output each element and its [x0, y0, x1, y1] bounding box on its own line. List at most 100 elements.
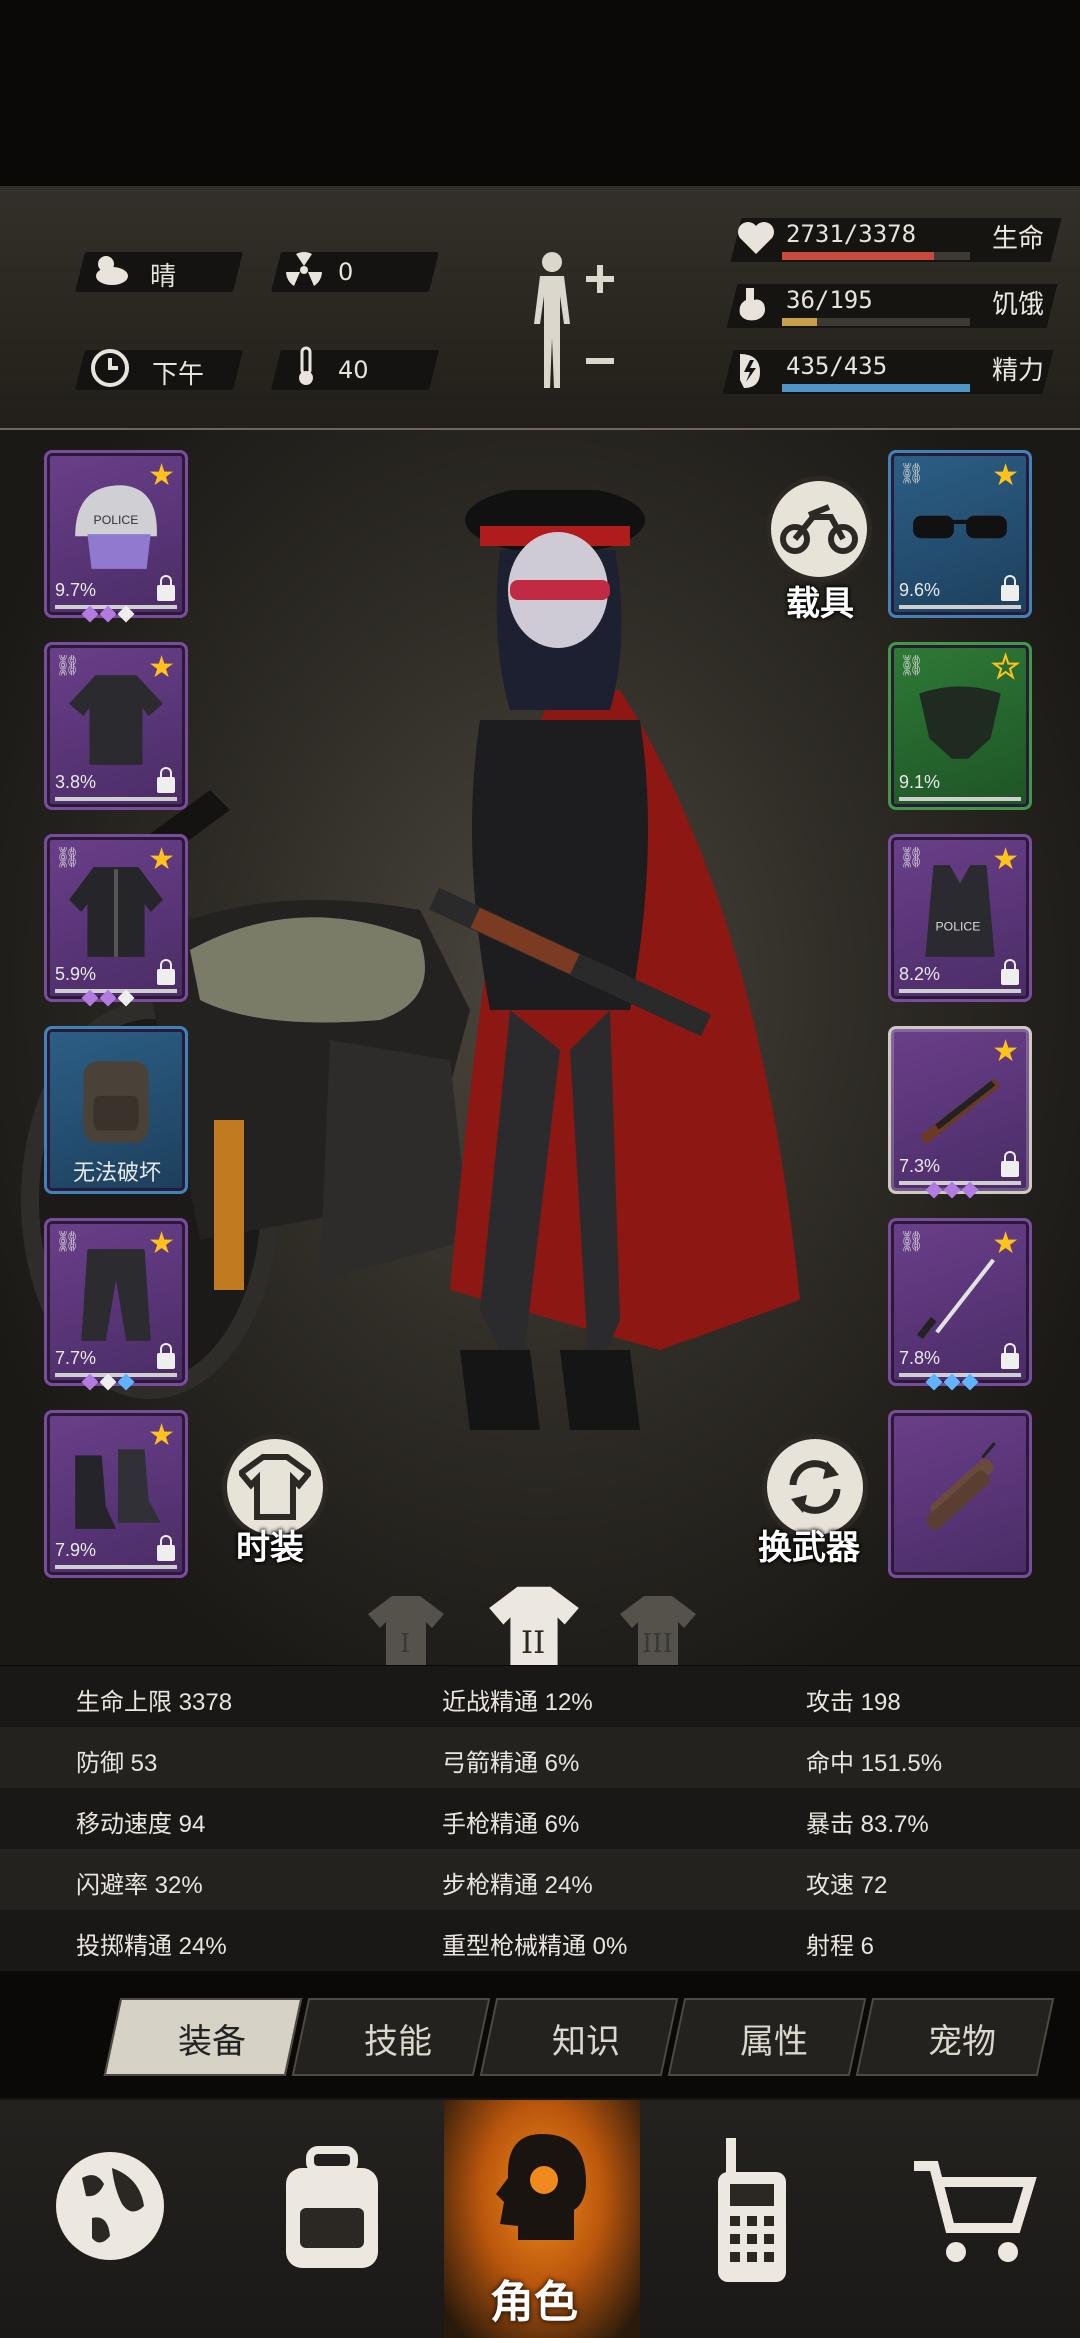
- tshirt-icon: III: [620, 1596, 696, 1665]
- mask-icon: [919, 686, 1001, 759]
- durability-bar: [899, 605, 1021, 609]
- nav-shop[interactable]: [860, 2100, 1080, 2338]
- stat-rifle: 步枪精通 24%: [442, 1872, 593, 1899]
- slot-rifle[interactable]: ★ 7.3%: [888, 1026, 1032, 1194]
- energy-icon: [740, 354, 760, 388]
- thermometer-icon: [299, 346, 313, 385]
- stat-accuracy: 命中 151.5%: [806, 1750, 943, 1777]
- slot-vest[interactable]: ⛓ ★ POLICE 8.2%: [888, 834, 1032, 1002]
- nav-character[interactable]: 角色: [444, 2100, 642, 2338]
- outfit-numeral: III: [642, 1629, 673, 1659]
- bottom-nav: 角色: [0, 2098, 1080, 2338]
- vehicle-label: 载具: [786, 584, 854, 624]
- helmet-gems: [81, 605, 135, 623]
- gem-icon: [81, 605, 99, 623]
- slot-top[interactable]: ⛓ ★ 3.8%: [44, 642, 188, 810]
- motorcycle-icon: [780, 504, 858, 554]
- health-fill: [782, 252, 934, 260]
- durability-text: 7.7%: [55, 1348, 97, 1368]
- swap-icon: [789, 1460, 841, 1514]
- outfit-tab-2[interactable]: II: [486, 1582, 582, 1665]
- helmet-icon: POLICE: [75, 485, 157, 569]
- radiation-icon: [286, 252, 322, 286]
- time-value: 下午: [152, 360, 205, 390]
- hunger-value: 36/195: [786, 286, 873, 314]
- durability-text: 7.3%: [899, 1156, 941, 1176]
- lock-icon: [1001, 959, 1019, 985]
- shirt-icon: [69, 675, 163, 765]
- durability-bar: [899, 989, 1021, 993]
- stat-attack: 攻击 198: [806, 1689, 901, 1716]
- gem-icon: [925, 1373, 943, 1391]
- tab-skills-label: 技能: [364, 2022, 432, 2062]
- boots-icon: [75, 1449, 161, 1529]
- durability-bar: [899, 797, 1021, 801]
- clock-icon: [91, 349, 129, 387]
- tshirt-icon: II: [489, 1586, 579, 1665]
- section-tabs: 装备 技能 知识 属性 宠物: [103, 1998, 1062, 2078]
- stats-row: 生命上限 3378 近战精通 12% 攻击 198: [0, 1666, 1080, 1727]
- rifle-icon: [919, 1078, 1001, 1145]
- jacket-gems: [81, 989, 135, 1007]
- vest-text: POLICE: [936, 919, 981, 933]
- gem-icon: [99, 989, 117, 1007]
- stat-range: 射程 6: [806, 1933, 875, 1960]
- gem-icon: [961, 1373, 979, 1391]
- character-illustration: [428, 490, 800, 1430]
- durability-bar: [55, 1565, 177, 1569]
- katana-icon: [917, 1258, 995, 1340]
- nav-radio[interactable]: [640, 2100, 862, 2338]
- gem-icon: [943, 1373, 961, 1391]
- slot-helmet[interactable]: ★ POLICE 9.7%: [44, 450, 188, 618]
- slot-boots[interactable]: ★ 7.9%: [44, 1410, 188, 1578]
- gem-icon: [943, 1181, 961, 1199]
- durability-bar: [55, 797, 177, 801]
- durability-text: 8.2%: [899, 964, 941, 984]
- temperature-value: 40: [338, 356, 369, 384]
- slot-glasses[interactable]: ⛓ ★ 9.6%: [888, 450, 1032, 618]
- stat-move-speed: 移动速度 94: [76, 1811, 206, 1838]
- slot-backpack[interactable]: 无法破坏: [44, 1026, 188, 1194]
- nav-inventory[interactable]: [220, 2100, 446, 2338]
- stat-archery: 弓箭精通 6%: [442, 1750, 580, 1777]
- slot-katana[interactable]: ⛓ ★ 7.8%: [888, 1218, 1032, 1386]
- slot-throwable[interactable]: [888, 1410, 1032, 1578]
- outfit-tab-3[interactable]: III: [618, 1592, 698, 1665]
- status-header: 晴 0 下午 40 2731/3378 生命 36/195 饥饿 435/435…: [0, 186, 1080, 430]
- nav-world[interactable]: [0, 2100, 222, 2338]
- weather-value: 晴: [150, 262, 177, 292]
- stat-defense: 防御 53: [76, 1750, 158, 1777]
- stat-crit: 暴击 83.7%: [806, 1811, 929, 1838]
- health-label: 生命: [992, 224, 1045, 254]
- gem-icon: [961, 1181, 979, 1199]
- gem-icon: [117, 605, 135, 623]
- gem-icon: [117, 989, 135, 1007]
- lock-icon: [157, 1535, 175, 1561]
- body-status-icon[interactable]: [520, 248, 624, 394]
- character-head-icon: [496, 2134, 586, 2240]
- cart-icon: [914, 2161, 1037, 2262]
- outfit-tab-1[interactable]: I: [366, 1592, 446, 1665]
- radiation-value: 0: [338, 258, 354, 286]
- indestructible-label: 无法破坏: [73, 1161, 162, 1186]
- durability-text: 3.8%: [55, 772, 97, 792]
- tab-attributes-label: 属性: [740, 2022, 808, 2062]
- lock-icon: [1001, 575, 1019, 601]
- slot-jacket[interactable]: ⛓ ★ 5.9%: [44, 834, 188, 1002]
- lock-icon: [157, 767, 175, 793]
- tab-equipment-label: 装备: [178, 2022, 246, 2062]
- slot-mask[interactable]: ⛓ ★ 9.1%: [888, 642, 1032, 810]
- hunger-label: 饥饿: [992, 290, 1045, 320]
- lock-icon: [157, 1343, 175, 1369]
- nav-character-label: 角色: [490, 2277, 578, 2328]
- swap-weapon-label: 换武器: [758, 1528, 860, 1568]
- lock-icon: [1001, 1151, 1019, 1177]
- health-value: 2731/3378: [786, 220, 917, 248]
- pants-icon: [81, 1249, 151, 1341]
- slot-pants[interactable]: ⛓ ★ 7.7%: [44, 1218, 188, 1386]
- stat-throwing: 投掷精通 24%: [76, 1933, 227, 1960]
- durability-text: 7.9%: [55, 1540, 97, 1560]
- rifle-gems: [925, 1181, 979, 1199]
- jacket-icon: [69, 867, 163, 957]
- energy-label: 精力: [992, 356, 1045, 386]
